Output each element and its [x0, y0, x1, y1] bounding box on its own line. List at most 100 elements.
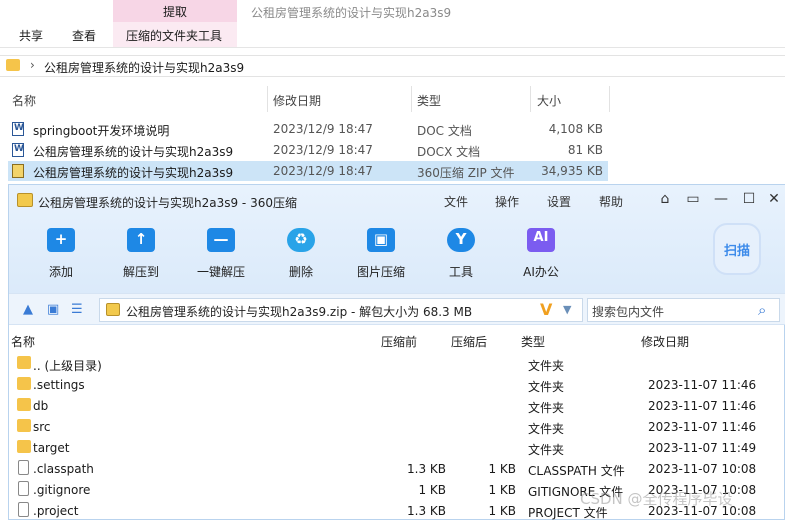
list-item[interactable]: src 文件夹 2023-11-07 11:46	[9, 416, 785, 437]
file-name: 公租房管理系统的设计与实现h2a3s9	[33, 166, 234, 180]
col-header-name[interactable]: 名称	[11, 333, 35, 350]
list-item[interactable]: .. (上级目录) 文件夹	[9, 353, 785, 374]
zip360-window: 公租房管理系统的设计与实现h2a3s9 - 360压缩 文件 操作 设置 帮助 …	[8, 184, 785, 520]
v-logo-icon[interactable]: V	[540, 300, 552, 319]
item-name: .. (上级目录)	[33, 359, 102, 373]
chevron-down-icon[interactable]: ▼	[563, 303, 571, 316]
shirt-skin-icon[interactable]: ⌂	[656, 191, 674, 207]
tools-label: 工具	[448, 265, 473, 279]
search-input[interactable]: 搜索包内文件 ⌕	[587, 298, 780, 322]
file-size: 34,935 KB	[541, 164, 603, 178]
image-compress-button[interactable]: ▣ 图片压缩	[351, 225, 411, 280]
extract-to-icon: ↑	[125, 225, 157, 255]
minimize-icon[interactable]: —	[712, 191, 730, 207]
ai-office-icon: AI	[525, 225, 557, 255]
zip-archive-icon	[12, 164, 24, 178]
scan-button[interactable]: 扫描	[709, 221, 765, 279]
file-row[interactable]: W springboot开发环境说明 2023/12/9 18:47 DOC 文…	[8, 119, 608, 139]
scan-label: 扫描	[723, 244, 750, 259]
tools-button[interactable]: Y 工具	[431, 225, 491, 280]
list-view-icon[interactable]: ☰	[71, 302, 83, 317]
archive-path-text: 公租房管理系统的设计与实现h2a3s9.zip - 解包大小为 68.3 MB	[126, 305, 473, 319]
word-doc-icon: W	[12, 122, 24, 136]
item-after-size: 1 KB	[488, 483, 516, 497]
archive-icon	[17, 193, 33, 207]
col-header-name[interactable]: 名称	[12, 92, 36, 109]
thumbnail-view-icon[interactable]: ▣	[47, 302, 59, 317]
feedback-icon[interactable]: ▭	[684, 191, 702, 207]
item-type: 文件夹	[528, 443, 565, 457]
one-click-extract-button[interactable]: — 一键解压	[191, 225, 251, 280]
ai-office-label: AI办公	[523, 265, 559, 279]
column-divider[interactable]	[411, 86, 412, 112]
file-name: 公租房管理系统的设计与实现h2a3s9	[33, 145, 234, 159]
item-after-size: 1 KB	[488, 504, 516, 518]
maximize-icon[interactable]: ☐	[740, 191, 758, 207]
tab-share[interactable]: 共享	[19, 27, 43, 44]
one-click-extract-label: 一键解压	[196, 265, 245, 279]
col-header-after[interactable]: 压缩后	[451, 333, 487, 350]
extract-to-label: 解压到	[122, 265, 159, 279]
file-date: 2023/12/9 18:47	[273, 122, 373, 136]
delete-label: 删除	[288, 265, 313, 279]
file-name: springboot开发环境说明	[33, 124, 170, 138]
archive-path-field[interactable]: 公租房管理系统的设计与实现h2a3s9.zip - 解包大小为 68.3 MB …	[99, 298, 583, 322]
item-date: 2023-11-07 10:08	[648, 462, 757, 476]
item-date: 2023-11-07 11:46	[648, 399, 757, 413]
item-type: 文件夹	[528, 422, 565, 436]
image-compress-label: 图片压缩	[356, 265, 405, 279]
file-row-selected[interactable]: 公租房管理系统的设计与实现h2a3s9 2023/12/9 18:47 360压…	[8, 161, 608, 181]
address-bar[interactable]: › 公租房管理系统的设计与实现h2a3s9	[0, 55, 785, 77]
extract-to-button[interactable]: ↑ 解压到	[111, 225, 171, 280]
list-item[interactable]: target 文件夹 2023-11-07 11:49	[9, 437, 785, 458]
menu-help[interactable]: 帮助	[599, 193, 623, 210]
file-size: 4,108 KB	[548, 122, 603, 136]
tab-compressed-folder-tools[interactable]: 压缩的文件夹工具	[126, 27, 222, 44]
address-path: 公租房管理系统的设计与实现h2a3s9	[44, 61, 245, 75]
delete-button[interactable]: ♻ 删除	[271, 225, 331, 280]
item-type: 文件夹	[528, 380, 565, 394]
column-divider[interactable]	[609, 86, 610, 112]
col-header-date[interactable]: 修改日期	[641, 333, 689, 350]
col-header-type[interactable]: 类型	[521, 333, 545, 350]
col-header-before[interactable]: 压缩前	[381, 333, 417, 350]
ai-office-button[interactable]: AI AI办公	[511, 225, 571, 280]
file-date: 2023/12/9 18:47	[273, 164, 373, 178]
list-item[interactable]: .settings 文件夹 2023-11-07 11:46	[9, 374, 785, 395]
item-type: 文件夹	[528, 359, 565, 373]
col-header-date[interactable]: 修改日期	[273, 92, 321, 109]
search-icon[interactable]: ⌕	[758, 301, 766, 319]
item-name: .classpath	[33, 462, 94, 476]
close-icon[interactable]: ✕	[765, 191, 783, 207]
chevron-right-icon[interactable]: ›	[30, 58, 35, 72]
extract-context-tab[interactable]: 提取	[113, 3, 237, 20]
col-header-size[interactable]: 大小	[537, 92, 561, 109]
up-arrow-icon[interactable]: ▲	[23, 302, 33, 317]
file-icon	[18, 460, 29, 475]
word-docx-icon: W	[12, 143, 24, 157]
item-type: 文件夹	[528, 401, 565, 415]
list-item[interactable]: db 文件夹 2023-11-07 11:46	[9, 395, 785, 416]
column-divider[interactable]	[267, 86, 268, 112]
item-type: CLASSPATH 文件	[528, 464, 625, 478]
menu-operation[interactable]: 操作	[495, 193, 519, 210]
file-date: 2023/12/9 18:47	[273, 143, 373, 157]
ribbon-divider	[0, 47, 785, 48]
folder-icon	[17, 377, 31, 390]
list-item[interactable]: .classpath 1.3 KB 1 KB CLASSPATH 文件 2023-11-…	[9, 458, 785, 479]
col-header-type[interactable]: 类型	[417, 92, 441, 109]
item-before-size: 1.3 KB	[407, 504, 446, 518]
menu-file[interactable]: 文件	[444, 193, 468, 210]
search-placeholder: 搜索包内文件	[592, 305, 665, 319]
add-icon: +	[45, 225, 77, 255]
add-button[interactable]: + 添加	[31, 225, 91, 280]
menu-settings[interactable]: 设置	[547, 193, 571, 210]
item-name: src	[33, 420, 51, 434]
one-click-extract-icon: —	[205, 225, 237, 255]
item-name: db	[33, 399, 49, 413]
file-row[interactable]: W 公租房管理系统的设计与实现h2a3s9 2023/12/9 18:47 DO…	[8, 140, 608, 160]
column-divider[interactable]	[530, 86, 531, 112]
item-name: .settings	[33, 378, 85, 392]
tab-view[interactable]: 查看	[72, 27, 96, 44]
item-name: .gitignore	[33, 483, 91, 497]
